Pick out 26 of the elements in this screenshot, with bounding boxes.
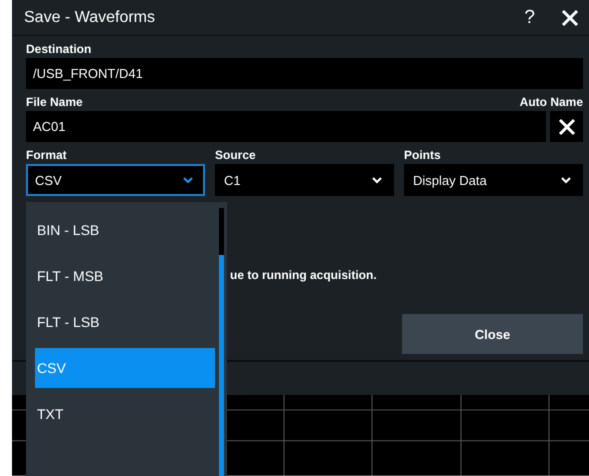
file-name-label: File Name xyxy=(26,94,83,111)
destination-field[interactable]: /USB_FRONT/D41 xyxy=(26,58,583,89)
select-label: Format xyxy=(26,147,68,164)
caret-icon xyxy=(372,176,382,184)
close-icon[interactable] xyxy=(561,8,579,26)
window-title: Save - Waveforms xyxy=(24,8,156,26)
select-label: Source xyxy=(215,147,257,164)
close-icon xyxy=(558,118,576,136)
scrollbar[interactable] xyxy=(219,208,224,476)
caret-icon xyxy=(561,176,571,184)
dropdown[interactable]: C1 xyxy=(215,164,394,196)
caret-icon xyxy=(183,176,193,184)
menu-item[interactable]: BIN - LSB xyxy=(35,210,215,250)
menu-item[interactable]: TXT xyxy=(35,394,215,434)
destination-label: Destination xyxy=(26,41,92,58)
help-button[interactable]: ? xyxy=(524,6,535,28)
auto-name-button[interactable] xyxy=(550,111,583,142)
status-message: ue to running acquisition. xyxy=(230,268,377,282)
dropdown[interactable]: Display Data xyxy=(404,164,583,196)
select-label: Points xyxy=(404,147,442,164)
menu-item[interactable]: FLT - LSB xyxy=(35,302,215,342)
dropdown[interactable]: CSV xyxy=(26,164,205,196)
close-button[interactable]: Close xyxy=(402,314,583,354)
auto-name-label: Auto Name xyxy=(520,94,583,111)
menu-item[interactable]: FLT - MSB xyxy=(35,256,215,296)
file-name-field[interactable]: AC01 xyxy=(26,111,546,142)
